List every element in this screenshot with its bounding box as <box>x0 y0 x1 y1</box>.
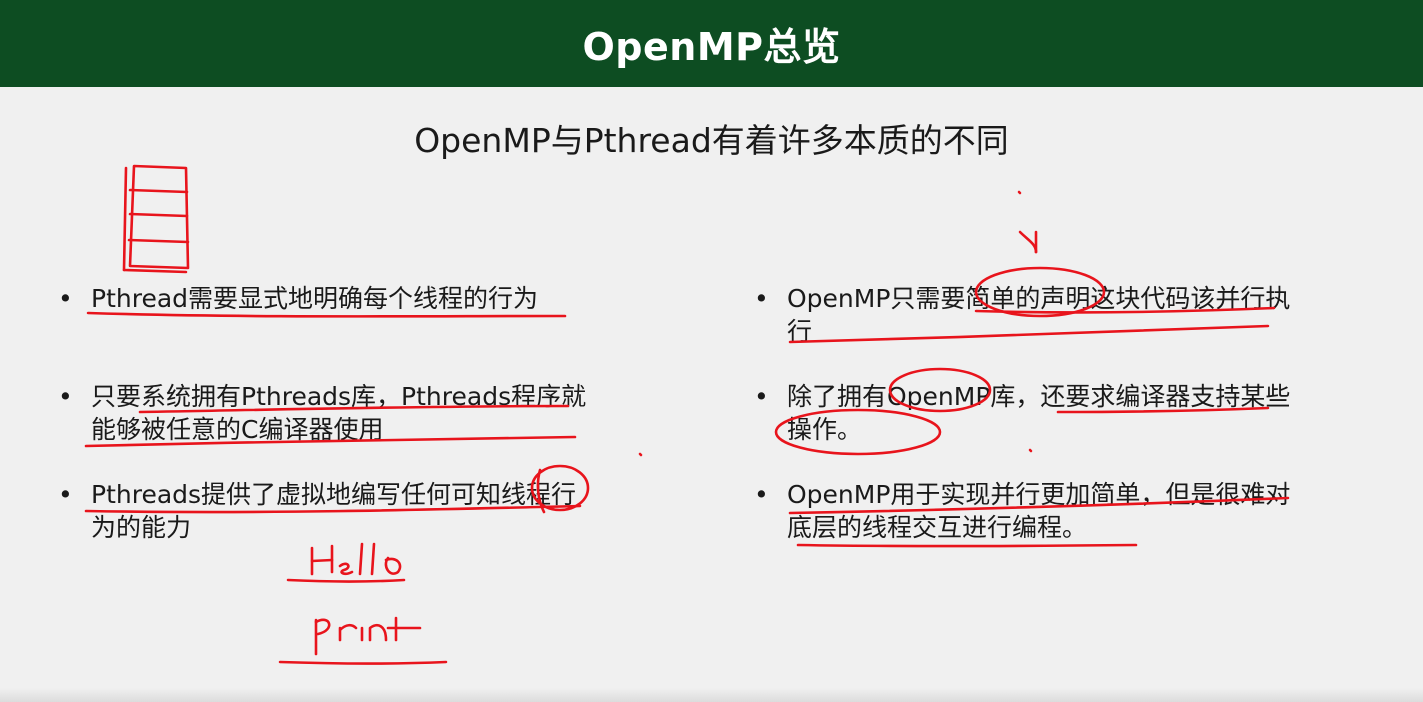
bullet-text: OpenMP只需要简单的声明这块代码该并行执行 <box>787 284 1291 346</box>
underline-right-3b <box>796 543 1138 548</box>
bullet-marker: • <box>754 382 769 411</box>
bullet-text: Pthread需要显式地明确每个线程的行为 <box>91 284 539 313</box>
stack-doodle <box>122 164 190 274</box>
bullet-marker: • <box>754 284 769 313</box>
right-bullet-3: • OpenMP用于实现并行更加简单，但是很难对底层的线程交互进行编程。 <box>754 478 1294 544</box>
bullet-marker: • <box>58 480 73 509</box>
bullet-text: 除了拥有OpenMP库，还要求编译器支持某些操作。 <box>787 382 1291 444</box>
bullet-text: OpenMP用于实现并行更加简单，但是很难对底层的线程交互进行编程。 <box>787 480 1291 542</box>
bullet-text: 只要系统拥有Pthreads库，Pthreads程序就能够被任意的C编译器使用 <box>91 382 587 444</box>
title-bar: OpenMP总览 <box>0 0 1423 87</box>
bullet-marker: • <box>58 284 73 313</box>
left-bullet-2: • 只要系统拥有Pthreads库，Pthreads程序就能够被任意的C编译器使… <box>58 380 598 446</box>
bullet-text: Pthreads提供了虚拟地编写任何可知线程行为的能力 <box>91 480 577 542</box>
left-bullet-1: • Pthread需要显式地明确每个线程的行为 <box>58 282 598 315</box>
bullet-marker: • <box>754 480 769 509</box>
slide-subtitle: OpenMP与Pthread有着许多本质的不同 <box>414 121 1009 160</box>
left-bullet-3: • Pthreads提供了虚拟地编写任何可知线程行为的能力 <box>58 478 598 544</box>
handwriting-print <box>278 616 448 665</box>
right-bullet-1: • OpenMP只需要简单的声明这块代码该并行执行 <box>754 282 1294 348</box>
bullet-marker: • <box>58 382 73 411</box>
ink-annotations <box>84 164 1290 665</box>
handwriting-hello <box>286 542 406 583</box>
right-bullet-2: • 除了拥有OpenMP库，还要求编译器支持某些操作。 <box>754 380 1294 446</box>
bottom-shade <box>0 688 1423 702</box>
slide-title: OpenMP总览 <box>582 25 841 69</box>
